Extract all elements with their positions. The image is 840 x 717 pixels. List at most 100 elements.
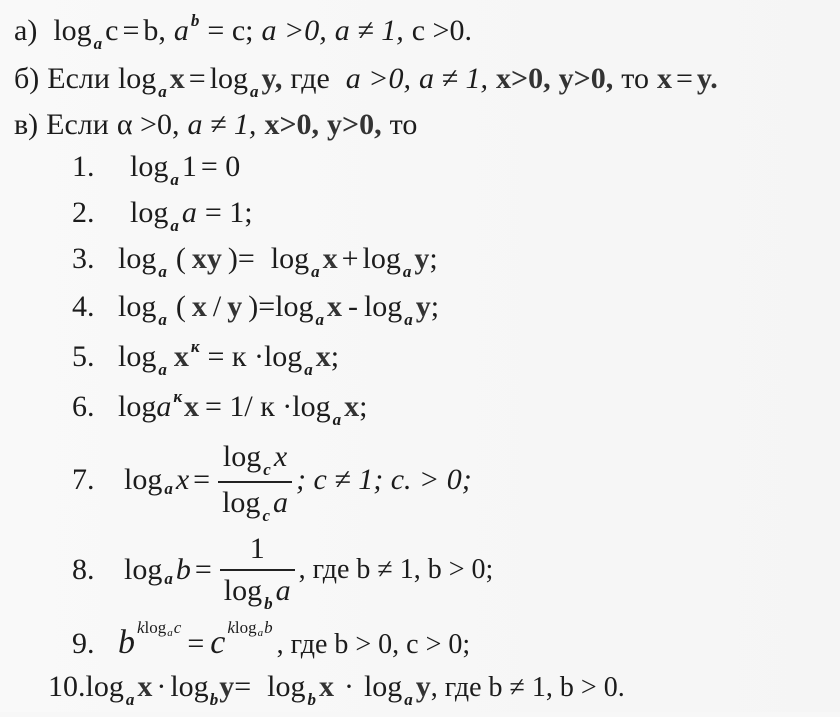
- log-argument: x: [344, 390, 360, 423]
- log-text: log: [144, 618, 167, 637]
- if-word: Если: [46, 108, 109, 141]
- equals-sign: =: [188, 62, 206, 95]
- log-argument: b: [264, 618, 273, 637]
- equals-sign: =: [234, 670, 252, 703]
- condition: α >0,: [116, 108, 180, 141]
- property-1: 1. log a 1 = 0: [72, 150, 241, 189]
- property-8: 8. log a b = 1 log b a , где b ≠ 1, b > …: [72, 530, 494, 613]
- condition: a ≠ 1,: [187, 108, 257, 141]
- log-base: a: [311, 262, 320, 281]
- fraction-bar: [218, 481, 292, 483]
- if-word: Если: [47, 62, 110, 95]
- condition: a >0,: [345, 62, 412, 95]
- log-text: log: [263, 340, 303, 373]
- plus-sign: +: [341, 242, 359, 275]
- fraction: log c x log c a: [218, 440, 292, 525]
- log-text: log: [292, 390, 331, 423]
- log-text: log: [130, 150, 169, 183]
- property-5: 5. log a x к = к · log a x ;: [72, 337, 339, 379]
- property-10: 10. log a x · log b y = log b x · log a …: [48, 670, 625, 709]
- log-argument: y: [415, 670, 431, 703]
- property-3: 3. log a ( xy ) = log a x + log a y ;: [72, 242, 438, 281]
- log-argument: x: [169, 62, 185, 95]
- line-marker: а): [14, 14, 38, 47]
- condition: c >0.: [411, 14, 472, 47]
- log-base: a: [257, 627, 264, 639]
- condition: , где b > 0, c > 0;: [276, 629, 471, 660]
- property-number: 1.: [72, 150, 95, 183]
- property-number: 3.: [72, 242, 95, 275]
- log-text: log: [118, 340, 157, 373]
- log-text: log: [222, 440, 262, 473]
- dot-operator: ·: [156, 670, 167, 703]
- conclusion-y: y.: [696, 62, 718, 95]
- condition: ; c ≠ 1; c. > 0;: [295, 463, 472, 496]
- log-text: log: [223, 574, 263, 607]
- equals-sign: =: [122, 14, 140, 47]
- log-argument: b: [175, 553, 191, 586]
- exponent-k: k: [227, 618, 235, 637]
- paren: (: [175, 290, 186, 323]
- equals-sign: =: [193, 463, 211, 496]
- log-base: a: [158, 310, 167, 329]
- log-argument: a: [181, 196, 197, 229]
- log-argument: x: [173, 340, 189, 373]
- log-text: log: [124, 553, 163, 586]
- then-word: то: [389, 108, 418, 141]
- condition: y>0,: [558, 62, 614, 95]
- log-argument: y: [414, 242, 430, 275]
- condition: , где b ≠ 1, b > 0;: [298, 554, 494, 585]
- property-number: 6.: [72, 390, 95, 423]
- property-number: 4.: [72, 290, 95, 323]
- numerator-value: 1: [249, 532, 265, 565]
- log-argument: c: [173, 618, 182, 637]
- line-marker: б): [14, 62, 40, 95]
- log-text: log: [275, 290, 314, 323]
- condition: x>0,: [264, 108, 320, 141]
- fraction: 1 log b a: [219, 532, 295, 613]
- log-text: log: [270, 242, 310, 275]
- result: = 0: [200, 150, 241, 183]
- log-argument: x: [326, 290, 342, 323]
- log-text: log: [118, 290, 157, 323]
- power-base: a: [173, 14, 189, 47]
- log-base: a: [93, 34, 103, 53]
- log-text: log: [118, 242, 157, 275]
- log-text: log: [130, 196, 169, 229]
- log-argument: y: [219, 670, 235, 703]
- log-text: log: [267, 670, 306, 703]
- property-number: 5.: [72, 340, 95, 373]
- log-base: a: [158, 360, 167, 379]
- fraction-numerator: log c x: [219, 440, 291, 479]
- property-9: 9. b k log a c = c k log a b , где b > 0…: [72, 618, 471, 667]
- result: = 1;: [204, 196, 253, 229]
- log-result: b,: [143, 14, 166, 47]
- log-base: a: [164, 479, 173, 498]
- condition: y>0,: [327, 108, 382, 141]
- log-text: log: [363, 670, 403, 703]
- paren: ): [248, 290, 259, 323]
- log-argument: y,: [261, 62, 283, 95]
- log-argument: x: [137, 670, 153, 703]
- fraction-denominator: log c a: [218, 486, 292, 525]
- log-text: log: [234, 618, 257, 637]
- exponent: к: [173, 387, 182, 406]
- log-base: a: [170, 216, 179, 235]
- document-page: а) log a c = b, a b = c; a >0, a ≠ 1, c …: [0, 0, 840, 712]
- property-4: 4. log a ( x / y ) = log a x - log a y ;: [72, 290, 439, 329]
- fraction-bar: [219, 569, 295, 571]
- log-argument: a: [272, 486, 288, 519]
- line-marker: в): [14, 108, 39, 141]
- log-argument: 1: [181, 150, 197, 183]
- power-base: b: [118, 624, 135, 661]
- properties-intro-line-v: в) Если α >0, a ≠ 1, x>0, y>0, то: [14, 108, 417, 142]
- log-base: a: [158, 82, 167, 101]
- log-base: a: [158, 262, 167, 281]
- log-argument: x: [318, 670, 334, 703]
- log-base: a: [332, 410, 342, 429]
- log-base: a: [402, 262, 412, 281]
- conclusion-x: x: [656, 62, 672, 95]
- exponent-k: k: [137, 618, 145, 637]
- log-base: a: [156, 390, 172, 423]
- log-argument: y: [415, 290, 431, 323]
